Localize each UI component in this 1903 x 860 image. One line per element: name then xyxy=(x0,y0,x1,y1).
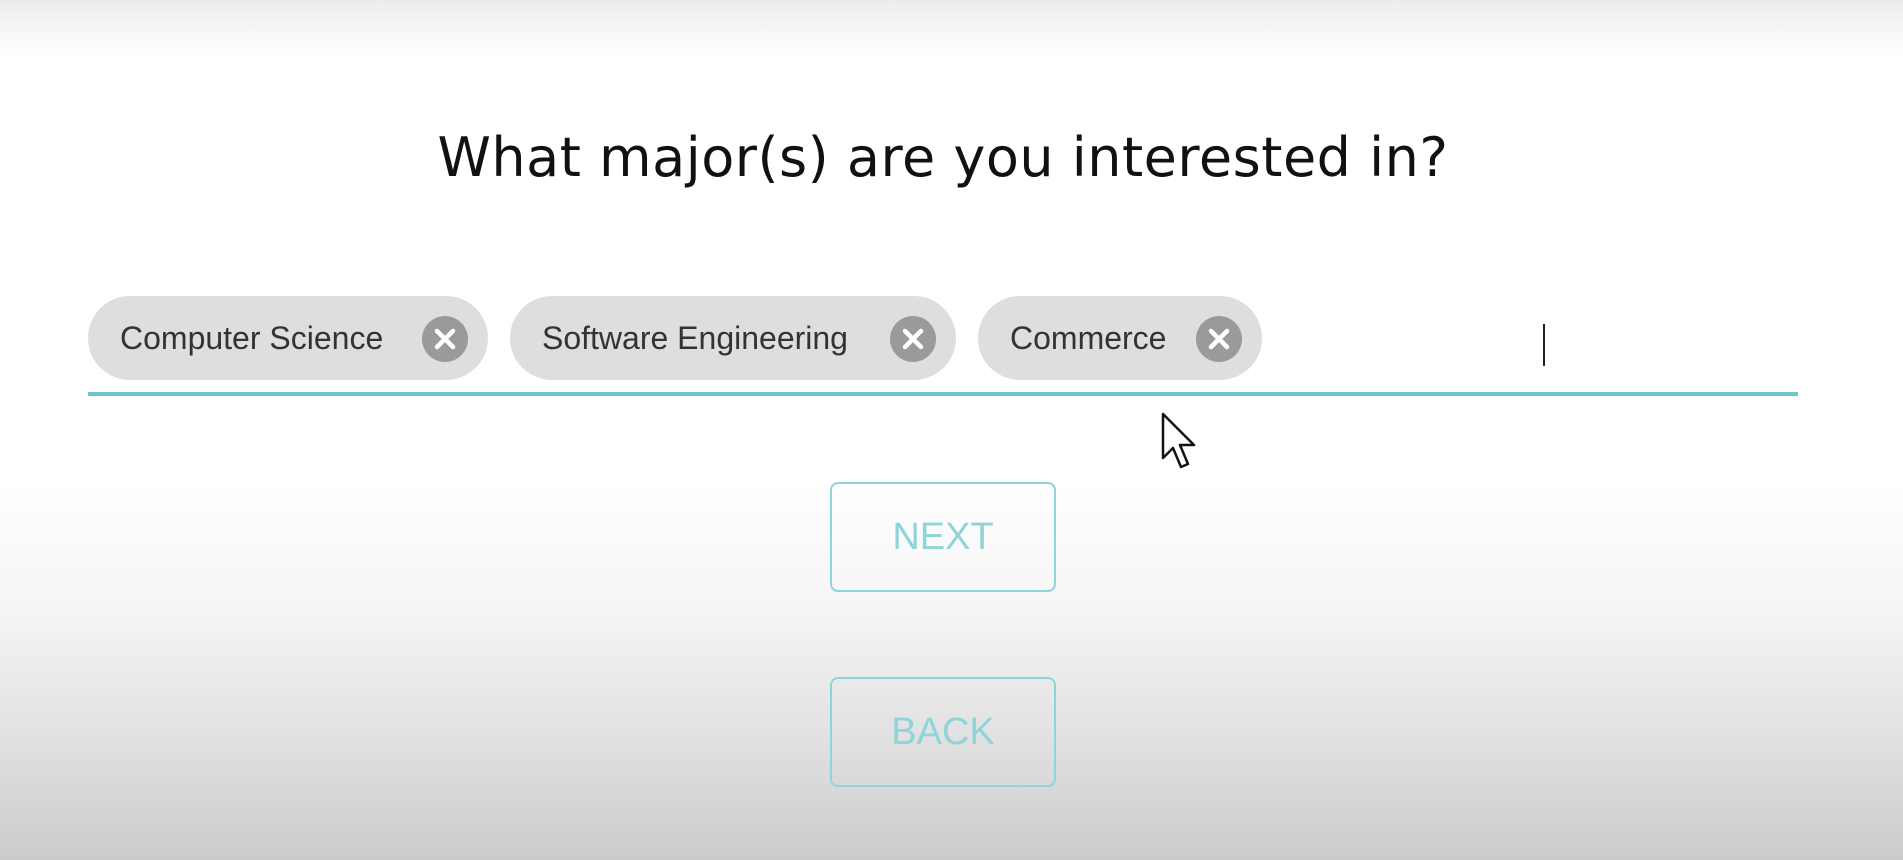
chip-label: Commerce xyxy=(1010,320,1167,356)
chip-software-engineering: Software Engineering xyxy=(510,296,956,380)
chip-commerce: Commerce xyxy=(978,296,1262,380)
survey-page: What major(s) are you interested in? Com… xyxy=(0,0,1903,860)
page-title: What major(s) are you interested in? xyxy=(437,126,1449,189)
close-circle-icon[interactable] xyxy=(890,316,936,362)
back-button[interactable]: BACK xyxy=(830,677,1056,787)
chip-computer-science: Computer Science xyxy=(88,296,488,380)
chip-label: Software Engineering xyxy=(542,320,848,356)
close-circle-icon[interactable] xyxy=(1196,316,1242,362)
text-caret xyxy=(1543,324,1545,366)
next-button[interactable]: NEXT xyxy=(830,482,1056,592)
mouse-cursor-icon xyxy=(1160,411,1200,473)
chip-label: Computer Science xyxy=(120,320,384,356)
majors-chip-input[interactable]: Computer Science Software Engineering Co… xyxy=(88,294,1798,396)
close-circle-icon[interactable] xyxy=(422,316,468,362)
